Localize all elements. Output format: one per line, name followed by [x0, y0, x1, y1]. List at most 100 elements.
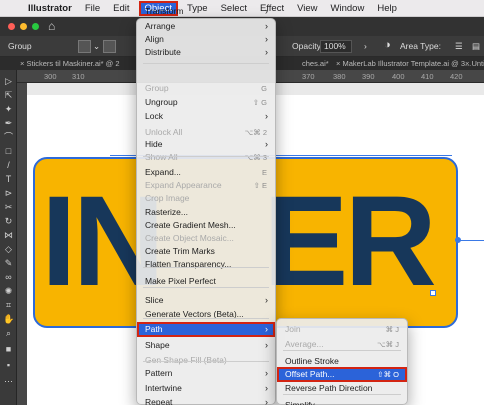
eyedropper-tool-icon[interactable]: ✎ — [3, 258, 14, 269]
menu-item-label: Crop Image — [145, 193, 190, 203]
chevron-right-icon: › — [265, 111, 268, 121]
pen-tool-icon[interactable]: ✒ — [3, 118, 14, 129]
shape-builder-icon[interactable]: ◇ — [3, 244, 14, 255]
object-menu-item-lock[interactable]: Lock › — [137, 109, 275, 124]
home-icon[interactable]: ⌂ — [48, 19, 55, 33]
object-menu-item-flatten-transparency[interactable]: Flatten Transparency... — [137, 257, 275, 272]
menu-item-label: Reverse Path Direction — [285, 383, 373, 393]
object-menu-item-distribute[interactable]: Distribute › — [137, 45, 275, 60]
menu-item-label: Distribute — [145, 47, 181, 57]
menu-item-label: Hide — [145, 139, 163, 149]
menu-edit[interactable]: Edit — [113, 3, 129, 14]
symbol-sprayer-icon[interactable]: ✺ — [3, 286, 14, 297]
curvature-tool-icon[interactable]: ⌒ — [3, 132, 14, 143]
path-menu-item-simplify[interactable]: Simplify... — [277, 398, 407, 405]
chevron-right-icon: › — [265, 324, 268, 334]
stroke-swatch[interactable] — [103, 40, 116, 53]
tab-makerlab[interactable]: × MakerLab Illustrator Template.ai @ 3..… — [336, 59, 471, 68]
opacity-value: 100% — [324, 41, 346, 51]
menu-item-label: Arrange — [145, 21, 176, 31]
menu-item-label: Group — [145, 83, 169, 93]
direction-line — [458, 240, 484, 241]
width-tool-icon[interactable]: ⋈ — [3, 230, 14, 241]
resize-handle[interactable] — [430, 290, 436, 296]
chevron-down-icon[interactable]: ⌄ — [93, 41, 100, 52]
minimize-window-button[interactable] — [20, 23, 27, 30]
tools-panel: ▷ ⇱ ✦ ✒ ⌒ □ / T ⊳ ✂ ↻ ⋈ ◇ ✎ ∞ ✺ ⌗ ✋ ⌕ ■ … — [0, 70, 17, 405]
ruler-tick: 410 — [421, 72, 434, 81]
menu-item-shortcut: ⌘ J — [385, 325, 399, 334]
menu-item-label: Create Object Mosaic... — [145, 233, 234, 243]
menu-item-label: Create Gradient Mesh... — [145, 220, 236, 230]
menu-item-label: Outline Stroke — [285, 356, 339, 366]
menu-separator — [283, 350, 401, 351]
ruler-tick: 300 — [44, 72, 57, 81]
artwork-text-right: ER — [263, 170, 437, 313]
menu-view[interactable]: View — [297, 3, 317, 14]
menu-separator — [283, 394, 401, 395]
chevron-right-icon[interactable]: › — [364, 41, 367, 51]
object-menu-item-crop-image: Crop Image — [137, 191, 275, 206]
path-menu-item-join: Join ⌘ J — [277, 322, 407, 337]
menu-item-label: Make Pixel Perfect — [145, 276, 216, 286]
menu-separator — [143, 63, 269, 64]
menu-item-label: Shape — [145, 340, 170, 350]
hand-tool-icon[interactable]: ✋ — [3, 314, 14, 325]
path-submenu: Join ⌘ J Average... ⌥⌘ J Outline Stroke Offse… — [276, 318, 408, 405]
menu-item-label: Lock — [145, 111, 163, 121]
menu-illustrator[interactable]: Illustrator — [28, 3, 72, 14]
object-menu-item-generate-vectors-beta[interactable]: Generate Vectors (Beta)... — [137, 307, 275, 322]
ruler-tick: 370 — [302, 72, 315, 81]
menu-help[interactable]: Help — [377, 3, 397, 14]
path-menu-item-offset-path[interactable]: Offset Path... ⇧⌘ O — [277, 367, 407, 382]
menu-item-label: Expand Appearance — [145, 180, 222, 190]
distribute-icon[interactable]: ▤ — [472, 41, 480, 52]
object-menu-item-ungroup[interactable]: Ungroup ⇧ G — [137, 95, 275, 110]
edit-toolbar-icon[interactable]: ⋯ — [3, 376, 14, 387]
object-menu-item-show-all: Show All ⌥⌘ 3 — [137, 150, 275, 165]
menu-item-shortcut: ⇧ G — [252, 98, 267, 107]
magic-wand-icon[interactable]: ✦ — [3, 104, 14, 115]
object-menu-item-slice[interactable]: Slice › — [137, 293, 275, 308]
zoom-window-button[interactable] — [32, 23, 39, 30]
recolor-icon[interactable]: ◑ — [384, 39, 391, 51]
menu-item-label: Repeat — [145, 397, 173, 405]
close-window-button[interactable] — [8, 23, 15, 30]
touch-type-tool-icon[interactable]: ⊳ — [3, 188, 14, 199]
tab-stickers[interactable]: × Stickers til Maskiner.ai* @ 2 — [20, 59, 120, 68]
type-tool-icon[interactable]: T — [3, 174, 14, 185]
tab-untitled[interactable]: × Untit — [465, 59, 484, 68]
object-menu-item-repeat[interactable]: Repeat › — [137, 395, 275, 405]
fill-stroke-icon[interactable]: ■ — [3, 344, 14, 355]
chevron-right-icon: › — [265, 397, 268, 405]
object-menu-item-pattern[interactable]: Pattern › — [137, 366, 275, 381]
menu-item-label: Join — [285, 324, 301, 334]
chevron-right-icon: › — [265, 340, 268, 350]
align-icon[interactable]: ☰ — [455, 41, 463, 52]
color-mode-icon[interactable]: ▪ — [3, 360, 14, 371]
menu-separator — [143, 361, 269, 362]
fill-swatch[interactable] — [78, 40, 91, 53]
chevron-right-icon: › — [265, 47, 268, 57]
opacity-label: Opacity: — [292, 41, 324, 51]
scissors-tool-icon[interactable]: ✂ — [3, 202, 14, 213]
object-menu-item-shape[interactable]: Shape › — [137, 338, 275, 353]
object-menu-item-path[interactable]: Path › — [137, 322, 275, 337]
rotate-tool-icon[interactable]: ↻ — [3, 216, 14, 227]
selection-tool-icon[interactable]: ▷ — [3, 76, 14, 87]
tab-patches[interactable]: ches.ai* — [302, 59, 329, 68]
artboard-tool-icon[interactable]: ⌗ — [3, 300, 14, 311]
menu-item-label: Pattern — [145, 368, 173, 378]
object-menu-item-intertwine[interactable]: Intertwine › — [137, 381, 275, 396]
menu-file[interactable]: File — [85, 3, 100, 14]
menu-separator — [143, 267, 269, 268]
paintbrush-tool-icon[interactable]: / — [3, 160, 14, 171]
menu-item-label: Transform — [145, 6, 184, 16]
blend-tool-icon[interactable]: ∞ — [3, 272, 14, 283]
rectangle-tool-icon[interactable]: □ — [3, 146, 14, 157]
menu-item-shortcut: ⌥⌘ 3 — [244, 153, 267, 162]
menu-window[interactable]: Window — [331, 3, 365, 14]
object-menu-item-transform[interactable]: Transform › — [137, 4, 275, 19]
zoom-tool-icon[interactable]: ⌕ — [3, 328, 14, 339]
direct-selection-tool-icon[interactable]: ⇱ — [3, 90, 14, 101]
